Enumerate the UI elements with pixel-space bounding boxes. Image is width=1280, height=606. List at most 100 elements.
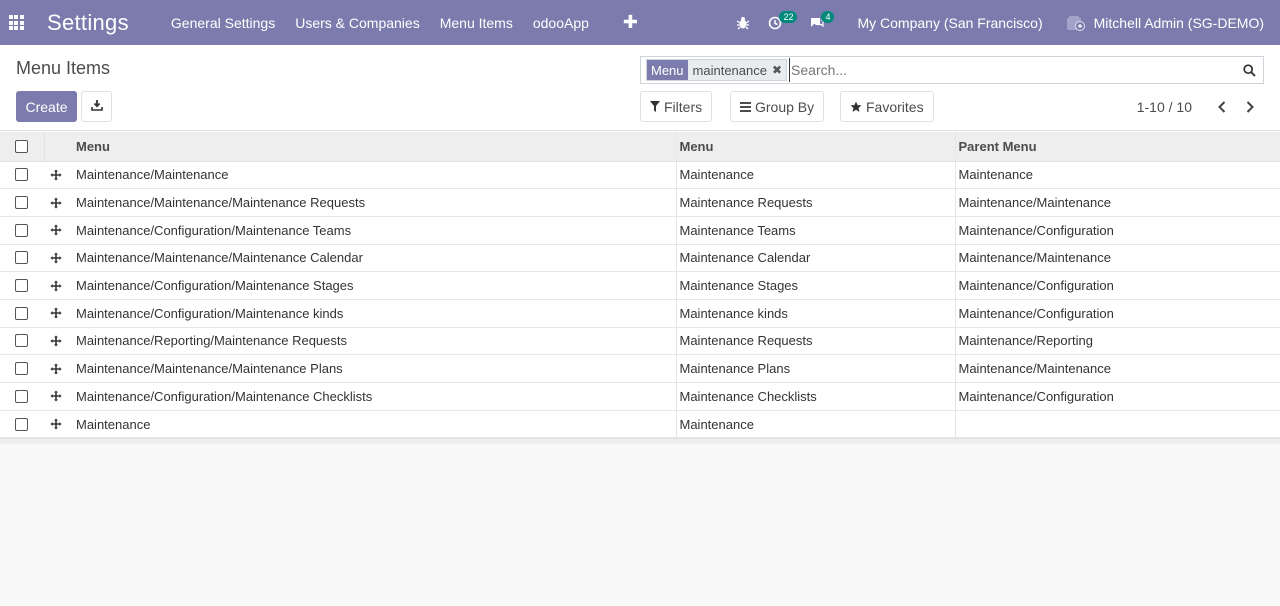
table-row[interactable]: Maintenance/Configuration/Maintenance Ch… [0, 382, 1280, 411]
messages-chat-icon[interactable]: 4 [800, 0, 843, 45]
row-select-cell [0, 161, 44, 190]
cell-name[interactable]: Maintenance Requests [676, 327, 956, 356]
cell-complete-name[interactable]: Maintenance [73, 410, 677, 439]
cell-complete-name[interactable]: Maintenance/Reporting/Maintenance Reques… [73, 327, 677, 356]
column-header-name[interactable]: Menu [676, 132, 956, 162]
search-icon[interactable] [1235, 56, 1263, 84]
plus-icon[interactable]: ✚ [611, 12, 650, 33]
drag-handle-icon[interactable] [44, 390, 73, 402]
menu-menu-items[interactable]: Menu Items [430, 0, 523, 45]
cell-name[interactable]: Maintenance Stages [676, 271, 956, 300]
cell-complete-name[interactable]: Maintenance/Maintenance/Maintenance Requ… [73, 188, 677, 217]
cell-complete-name[interactable]: Maintenance/Configuration/Maintenance Ch… [73, 382, 677, 411]
drag-handle-icon[interactable] [44, 280, 73, 292]
menu-general-settings[interactable]: General Settings [161, 0, 285, 45]
cell-name[interactable]: Maintenance [676, 410, 956, 439]
cell-parent-menu[interactable]: Maintenance/Configuration [955, 299, 1280, 328]
row-checkbox[interactable] [15, 362, 28, 376]
table-body: Maintenance/Maintenance Maintenance Mainte… [0, 161, 1280, 439]
filters-label: Filters [664, 98, 703, 115]
drag-handle-icon[interactable] [44, 252, 73, 264]
drag-handle-icon[interactable] [44, 418, 73, 430]
search-bar: Menu maintenance ✖ [640, 56, 1264, 84]
row-select-cell [0, 271, 44, 300]
row-checkbox[interactable] [15, 223, 28, 237]
cell-name[interactable]: Maintenance Requests [676, 188, 956, 217]
table-row[interactable]: Maintenance/Configuration/Maintenance St… [0, 271, 1280, 300]
cell-parent-menu[interactable]: Maintenance/Reporting [955, 327, 1280, 356]
column-header-complete-name[interactable]: Menu [73, 132, 677, 162]
favorites-button[interactable]: Favorites [840, 91, 934, 122]
main-menu: General Settings Users & Companies Menu … [161, 0, 650, 45]
table-row[interactable]: Maintenance Maintenance [0, 410, 1280, 439]
cell-parent-menu[interactable]: Maintenance/Maintenance [955, 188, 1280, 217]
row-checkbox[interactable] [15, 306, 28, 320]
activity-clock-icon[interactable]: 22 [759, 0, 800, 45]
cell-parent-menu[interactable]: Maintenance/Maintenance [955, 354, 1280, 383]
cell-complete-name[interactable]: Maintenance/Configuration/Maintenance Te… [73, 216, 677, 245]
row-checkbox[interactable] [15, 389, 28, 403]
group-by-button[interactable]: Group By [730, 91, 825, 122]
row-select-cell [0, 382, 44, 411]
row-checkbox[interactable] [15, 196, 28, 210]
drag-handle-icon[interactable] [44, 169, 73, 181]
row-checkbox[interactable] [15, 417, 28, 431]
drag-handle-icon[interactable] [44, 335, 73, 347]
export-download-button[interactable] [81, 91, 112, 122]
chevron-right-icon[interactable] [1236, 100, 1264, 113]
cell-complete-name[interactable]: Maintenance/Maintenance/Maintenance Plan… [73, 354, 677, 383]
select-all-cell [0, 132, 44, 162]
company-switcher[interactable]: My Company (San Francisco) [843, 0, 1056, 45]
cell-name[interactable]: Maintenance Plans [676, 354, 956, 383]
message-count-badge: 4 [821, 11, 835, 23]
table-row[interactable]: Maintenance/Configuration/Maintenance Te… [0, 216, 1280, 245]
table-row[interactable]: Maintenance/Maintenance Maintenance Mainte… [0, 161, 1280, 190]
bars-icon [740, 101, 751, 112]
cell-name[interactable]: Maintenance [676, 161, 956, 190]
table-row[interactable]: Maintenance/Maintenance/Maintenance Plan… [0, 354, 1280, 383]
menu-users-companies[interactable]: Users & Companies [285, 0, 430, 45]
cell-name[interactable]: Maintenance kinds [676, 299, 956, 328]
cell-parent-menu[interactable]: Maintenance/Maintenance [955, 244, 1280, 273]
table-row[interactable]: Maintenance/Reporting/Maintenance Reques… [0, 327, 1280, 356]
drag-handle-icon[interactable] [44, 363, 73, 375]
facet-remove-icon[interactable]: ✖ [772, 63, 786, 77]
cell-parent-menu[interactable]: Maintenance/Configuration [955, 216, 1280, 245]
user-menu[interactable]: Mitchell Admin (SG-DEMO) [1057, 0, 1280, 45]
create-button[interactable]: Create [16, 91, 77, 122]
cell-name[interactable]: Maintenance Checklists [676, 382, 956, 411]
filters-button[interactable]: Filters [640, 91, 713, 122]
row-checkbox[interactable] [15, 279, 28, 293]
search-facet: Menu maintenance ✖ [646, 59, 788, 81]
cell-parent-menu[interactable] [955, 410, 1280, 439]
table-row[interactable]: Maintenance/Configuration/Maintenance ki… [0, 299, 1280, 328]
row-checkbox[interactable] [15, 251, 28, 265]
app-title[interactable]: Settings [47, 10, 129, 36]
drag-handle-icon[interactable] [44, 224, 73, 236]
cell-complete-name[interactable]: Maintenance/Maintenance/Maintenance Cale… [73, 244, 677, 273]
drag-handle-icon[interactable] [44, 197, 73, 209]
cell-complete-name[interactable]: Maintenance/Maintenance [73, 161, 677, 190]
search-input[interactable] [789, 58, 1235, 82]
drag-handle-icon[interactable] [44, 307, 73, 319]
menu-odooapp[interactable]: odooApp [523, 0, 599, 45]
row-checkbox[interactable] [15, 334, 28, 348]
debug-bug-icon[interactable] [727, 0, 759, 45]
cell-name[interactable]: Maintenance Calendar [676, 244, 956, 273]
select-all-checkbox[interactable] [15, 139, 28, 153]
table-row[interactable]: Maintenance/Maintenance/Maintenance Cale… [0, 244, 1280, 273]
table-header-row: Menu Menu Parent Menu [0, 132, 1280, 162]
row-checkbox[interactable] [15, 168, 28, 182]
cell-complete-name[interactable]: Maintenance/Configuration/Maintenance St… [73, 271, 677, 300]
chevron-left-icon[interactable] [1208, 100, 1236, 113]
cell-parent-menu[interactable]: Maintenance/Configuration [955, 382, 1280, 411]
cell-name[interactable]: Maintenance Teams [676, 216, 956, 245]
pager: 1-10 / 10 [1137, 91, 1264, 122]
column-header-parent-menu[interactable]: Parent Menu [955, 132, 1280, 162]
apps-menu-icon[interactable] [0, 0, 32, 45]
pager-value[interactable]: 1-10 / 10 [1137, 99, 1192, 115]
cell-parent-menu[interactable]: Maintenance [955, 161, 1280, 190]
table-row[interactable]: Maintenance/Maintenance/Maintenance Requ… [0, 188, 1280, 217]
cell-parent-menu[interactable]: Maintenance/Configuration [955, 271, 1280, 300]
cell-complete-name[interactable]: Maintenance/Configuration/Maintenance ki… [73, 299, 677, 328]
